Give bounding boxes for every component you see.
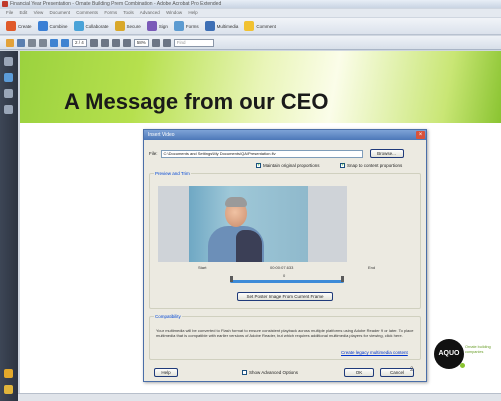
- combine-button[interactable]: Combine: [37, 21, 68, 31]
- create-button[interactable]: Create: [6, 21, 32, 31]
- set-poster-button[interactable]: Set Poster Image From Current Frame: [237, 292, 333, 301]
- file-path-input[interactable]: C:\Documents and Settings\My Documents\Q…: [160, 149, 363, 158]
- browse-button[interactable]: Browse...: [369, 149, 404, 158]
- video-person-hair: [225, 197, 247, 207]
- show-advanced-checkbox[interactable]: Show Advanced Options: [242, 370, 298, 375]
- forms-icon: [173, 21, 184, 31]
- maintain-proportions-checkbox[interactable]: Maintain original proportions: [256, 162, 320, 168]
- pages-icon[interactable]: [4, 57, 13, 66]
- menu-bar: File Edit View Document Comments Forms T…: [0, 9, 501, 17]
- sign-button[interactable]: Sign: [146, 21, 168, 31]
- lock-icon: [114, 21, 125, 31]
- comments-panel-icon[interactable]: [4, 369, 13, 378]
- insert-video-dialog: Insert Video × File: C:\Documents and Se…: [143, 129, 427, 382]
- film-icon: [204, 21, 215, 31]
- menu-window[interactable]: Window: [166, 10, 182, 15]
- dialog-title: Insert Video: [148, 132, 175, 138]
- legacy-content-link[interactable]: Create legacy multimedia content: [341, 350, 408, 355]
- multimedia-button[interactable]: Multimedia: [204, 21, 238, 31]
- help-button[interactable]: Help: [154, 368, 178, 377]
- menu-comments[interactable]: Comments: [76, 10, 98, 15]
- cancel-button[interactable]: Cancel: [380, 368, 414, 377]
- navigation-toolbar: 2 / 4 58% Find: [0, 36, 501, 50]
- acrobat-icon: [2, 1, 8, 7]
- next-page-icon[interactable]: [61, 38, 69, 47]
- hand-tool-icon[interactable]: [100, 38, 109, 47]
- trim-end-label: End: [368, 265, 376, 270]
- checkbox-icon: [340, 162, 345, 168]
- signatures-icon[interactable]: [4, 105, 13, 114]
- fit-page-icon[interactable]: [151, 38, 160, 47]
- save-icon[interactable]: [17, 38, 25, 47]
- time-zero-label: 0: [283, 273, 286, 278]
- select-tool-icon[interactable]: [89, 38, 98, 47]
- window-title: Financial Year Presentation - Ornate Bui…: [10, 1, 222, 7]
- video-preview: [158, 186, 347, 262]
- trim-slider[interactable]: [230, 276, 344, 283]
- dialog-title-bar: Insert Video ×: [144, 130, 426, 140]
- file-label: File:: [149, 151, 158, 156]
- combine-icon: [37, 21, 48, 31]
- menu-document[interactable]: Document: [50, 10, 71, 15]
- comment-icon: [244, 21, 255, 31]
- email-icon[interactable]: [39, 38, 47, 47]
- preview-trim-group: Preview and Trim Start 00:00:07.633 End …: [149, 171, 421, 309]
- zoom-out-icon[interactable]: [111, 38, 120, 47]
- zoom-in-icon[interactable]: [122, 38, 131, 47]
- trim-start-handle[interactable]: [230, 276, 233, 282]
- zoom-field[interactable]: 58%: [133, 38, 149, 47]
- menu-forms[interactable]: Forms: [104, 10, 117, 15]
- trim-start-label: Start: [198, 265, 207, 270]
- checkbox-icon: [256, 162, 261, 168]
- previous-page-icon[interactable]: [50, 38, 58, 47]
- fit-width-icon[interactable]: [162, 38, 171, 47]
- pen-icon: [146, 21, 157, 31]
- video-person-jacket: [236, 230, 262, 262]
- menu-edit[interactable]: Edit: [20, 10, 28, 15]
- forms-button[interactable]: Forms: [173, 21, 199, 31]
- collaborate-icon: [73, 21, 84, 31]
- menu-help[interactable]: Help: [188, 10, 197, 15]
- current-time-label: 00:00:07.633: [270, 265, 294, 270]
- collaborate-button[interactable]: Collaborate: [73, 21, 109, 31]
- comment-button[interactable]: Comment: [244, 21, 276, 31]
- menu-file[interactable]: File: [6, 10, 13, 15]
- task-toolbar: Create Combine Collaborate Secure Sign F…: [0, 18, 501, 35]
- open-icon[interactable]: [6, 38, 14, 47]
- trim-end-handle[interactable]: [341, 276, 344, 282]
- document-page: A Message from our CEO Insert Video × Fi…: [20, 51, 501, 401]
- navigation-panel: [0, 51, 18, 401]
- compatibility-legend: Compatibility: [154, 314, 182, 319]
- slide-title: A Message from our CEO: [64, 89, 329, 114]
- secure-button[interactable]: Secure: [114, 21, 141, 31]
- window-title-bar: Financial Year Presentation - Ornate Bui…: [0, 0, 501, 8]
- create-icon: [6, 21, 16, 31]
- file-row: File: C:\Documents and Settings\My Docum…: [149, 149, 404, 158]
- ok-button[interactable]: OK: [344, 368, 374, 377]
- menu-tools[interactable]: Tools: [123, 10, 134, 15]
- close-icon[interactable]: ×: [416, 131, 425, 139]
- slide-page-number: 2: [410, 367, 414, 373]
- attachments-icon[interactable]: [4, 89, 13, 98]
- logo-dot: [460, 363, 465, 368]
- logo-tagline: Ornate building companies: [465, 345, 491, 354]
- preview-legend: Preview and Trim: [154, 171, 191, 176]
- checkbox-icon: [242, 370, 247, 375]
- layers-icon[interactable]: [4, 385, 13, 394]
- horizontal-scrollbar[interactable]: [18, 393, 501, 401]
- snap-proportions-checkbox[interactable]: Snap to content proportions: [340, 162, 402, 168]
- menu-advanced[interactable]: Advanced: [140, 10, 160, 15]
- menu-view[interactable]: View: [34, 10, 44, 15]
- compatibility-note: Your multimedia will be converted to Fla…: [156, 328, 414, 338]
- print-icon[interactable]: [28, 38, 36, 47]
- bookmarks-icon[interactable]: [4, 73, 13, 82]
- page-number-field[interactable]: 2 / 4: [72, 38, 87, 47]
- find-input[interactable]: Find: [173, 38, 214, 47]
